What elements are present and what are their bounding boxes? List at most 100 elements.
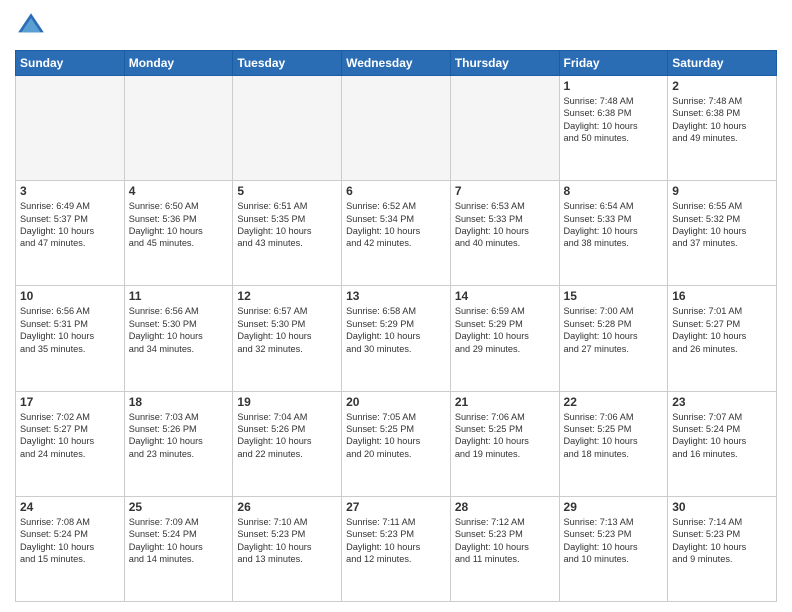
day-number: 17: [20, 395, 120, 409]
day-number: 22: [564, 395, 664, 409]
logo-icon: [15, 10, 47, 42]
header: [15, 10, 777, 42]
day-cell: 30 Sunrise: 7:14 AM Sunset: 5:23 PM Dayli…: [668, 496, 777, 601]
day-number: 6: [346, 184, 446, 198]
day-number: 12: [237, 289, 337, 303]
day-number: 20: [346, 395, 446, 409]
day-number: 21: [455, 395, 555, 409]
day-cell: 8 Sunrise: 6:54 AM Sunset: 5:33 PM Daylig…: [559, 181, 668, 286]
day-number: 26: [237, 500, 337, 514]
day-cell: 26 Sunrise: 7:10 AM Sunset: 5:23 PM Dayli…: [233, 496, 342, 601]
day-cell: 18 Sunrise: 7:03 AM Sunset: 5:26 PM Dayli…: [124, 391, 233, 496]
day-number: 19: [237, 395, 337, 409]
day-number: 27: [346, 500, 446, 514]
day-cell: 27 Sunrise: 7:11 AM Sunset: 5:23 PM Dayli…: [342, 496, 451, 601]
day-number: 29: [564, 500, 664, 514]
day-cell: 2 Sunrise: 7:48 AM Sunset: 6:38 PM Daylig…: [668, 76, 777, 181]
day-info: Sunrise: 7:02 AM Sunset: 5:27 PM Dayligh…: [20, 411, 120, 461]
day-cell: 21Sunrise: 7:06 AM Sunset: 5:25 PM Dayli…: [450, 391, 559, 496]
day-number: 23: [672, 395, 772, 409]
header-cell-sunday: Sunday: [16, 51, 125, 76]
day-number: 7: [455, 184, 555, 198]
day-cell: 12 Sunrise: 6:57 AM Sunset: 5:30 PM Dayli…: [233, 286, 342, 391]
header-row: SundayMondayTuesdayWednesdayThursdayFrid…: [16, 51, 777, 76]
day-cell: 13Sunrise: 6:58 AM Sunset: 5:29 PM Dayli…: [342, 286, 451, 391]
calendar-table: SundayMondayTuesdayWednesdayThursdayFrid…: [15, 50, 777, 602]
day-info: Sunrise: 6:51 AM Sunset: 5:35 PM Dayligh…: [237, 200, 337, 250]
day-info: Sunrise: 7:13 AM Sunset: 5:23 PM Dayligh…: [564, 516, 664, 566]
day-cell: 11 Sunrise: 6:56 AM Sunset: 5:30 PM Dayli…: [124, 286, 233, 391]
day-info: Sunrise: 7:09 AM Sunset: 5:24 PM Dayligh…: [129, 516, 229, 566]
week-row-0: 1 Sunrise: 7:48 AM Sunset: 6:38 PM Daylig…: [16, 76, 777, 181]
day-cell: 5 Sunrise: 6:51 AM Sunset: 5:35 PM Daylig…: [233, 181, 342, 286]
day-cell: [16, 76, 125, 181]
calendar-header: SundayMondayTuesdayWednesdayThursdayFrid…: [16, 51, 777, 76]
day-info: Sunrise: 6:55 AM Sunset: 5:32 PM Dayligh…: [672, 200, 772, 250]
day-number: 3: [20, 184, 120, 198]
header-cell-monday: Monday: [124, 51, 233, 76]
day-cell: 15Sunrise: 7:00 AM Sunset: 5:28 PM Dayli…: [559, 286, 668, 391]
day-info: Sunrise: 6:53 AM Sunset: 5:33 PM Dayligh…: [455, 200, 555, 250]
week-row-2: 10Sunrise: 6:56 AM Sunset: 5:31 PM Dayli…: [16, 286, 777, 391]
day-info: Sunrise: 7:12 AM Sunset: 5:23 PM Dayligh…: [455, 516, 555, 566]
day-number: 5: [237, 184, 337, 198]
header-cell-friday: Friday: [559, 51, 668, 76]
day-info: Sunrise: 6:58 AM Sunset: 5:29 PM Dayligh…: [346, 305, 446, 355]
day-cell: 28 Sunrise: 7:12 AM Sunset: 5:23 PM Dayli…: [450, 496, 559, 601]
day-info: Sunrise: 7:48 AM Sunset: 6:38 PM Dayligh…: [564, 95, 664, 145]
day-cell: 19 Sunrise: 7:04 AM Sunset: 5:26 PM Dayli…: [233, 391, 342, 496]
header-cell-wednesday: Wednesday: [342, 51, 451, 76]
day-cell: 24 Sunrise: 7:08 AM Sunset: 5:24 PM Dayli…: [16, 496, 125, 601]
day-number: 11: [129, 289, 229, 303]
day-cell: [450, 76, 559, 181]
day-cell: 22 Sunrise: 7:06 AM Sunset: 5:25 PM Dayli…: [559, 391, 668, 496]
day-number: 16: [672, 289, 772, 303]
day-info: Sunrise: 7:07 AM Sunset: 5:24 PM Dayligh…: [672, 411, 772, 461]
header-cell-thursday: Thursday: [450, 51, 559, 76]
day-info: Sunrise: 7:04 AM Sunset: 5:26 PM Dayligh…: [237, 411, 337, 461]
day-cell: 9 Sunrise: 6:55 AM Sunset: 5:32 PM Daylig…: [668, 181, 777, 286]
day-number: 30: [672, 500, 772, 514]
day-info: Sunrise: 6:54 AM Sunset: 5:33 PM Dayligh…: [564, 200, 664, 250]
day-info: Sunrise: 6:49 AM Sunset: 5:37 PM Dayligh…: [20, 200, 120, 250]
day-cell: 29 Sunrise: 7:13 AM Sunset: 5:23 PM Dayli…: [559, 496, 668, 601]
day-info: Sunrise: 7:01 AM Sunset: 5:27 PM Dayligh…: [672, 305, 772, 355]
day-number: 8: [564, 184, 664, 198]
calendar-body: 1 Sunrise: 7:48 AM Sunset: 6:38 PM Daylig…: [16, 76, 777, 602]
day-number: 18: [129, 395, 229, 409]
day-number: 1: [564, 79, 664, 93]
day-number: 9: [672, 184, 772, 198]
day-info: Sunrise: 7:05 AM Sunset: 5:25 PM Dayligh…: [346, 411, 446, 461]
day-number: 24: [20, 500, 120, 514]
day-info: Sunrise: 7:00 AM Sunset: 5:28 PM Dayligh…: [564, 305, 664, 355]
day-cell: 3 Sunrise: 6:49 AM Sunset: 5:37 PM Daylig…: [16, 181, 125, 286]
day-cell: 6 Sunrise: 6:52 AM Sunset: 5:34 PM Daylig…: [342, 181, 451, 286]
day-number: 14: [455, 289, 555, 303]
day-info: Sunrise: 7:10 AM Sunset: 5:23 PM Dayligh…: [237, 516, 337, 566]
day-info: Sunrise: 7:03 AM Sunset: 5:26 PM Dayligh…: [129, 411, 229, 461]
day-cell: 14 Sunrise: 6:59 AM Sunset: 5:29 PM Dayli…: [450, 286, 559, 391]
day-cell: 25 Sunrise: 7:09 AM Sunset: 5:24 PM Dayli…: [124, 496, 233, 601]
day-info: Sunrise: 7:11 AM Sunset: 5:23 PM Dayligh…: [346, 516, 446, 566]
day-number: 2: [672, 79, 772, 93]
day-info: Sunrise: 6:57 AM Sunset: 5:30 PM Dayligh…: [237, 305, 337, 355]
day-cell: 4Sunrise: 6:50 AM Sunset: 5:36 PM Daylig…: [124, 181, 233, 286]
day-info: Sunrise: 6:52 AM Sunset: 5:34 PM Dayligh…: [346, 200, 446, 250]
day-info: Sunrise: 7:06 AM Sunset: 5:25 PM Dayligh…: [564, 411, 664, 461]
day-cell: 20 Sunrise: 7:05 AM Sunset: 5:25 PM Dayli…: [342, 391, 451, 496]
day-info: Sunrise: 7:08 AM Sunset: 5:24 PM Dayligh…: [20, 516, 120, 566]
day-cell: 23 Sunrise: 7:07 AM Sunset: 5:24 PM Dayli…: [668, 391, 777, 496]
day-info: Sunrise: 6:56 AM Sunset: 5:30 PM Dayligh…: [129, 305, 229, 355]
day-cell: 10Sunrise: 6:56 AM Sunset: 5:31 PM Dayli…: [16, 286, 125, 391]
day-info: Sunrise: 7:14 AM Sunset: 5:23 PM Dayligh…: [672, 516, 772, 566]
day-number: 28: [455, 500, 555, 514]
day-number: 25: [129, 500, 229, 514]
header-cell-saturday: Saturday: [668, 51, 777, 76]
week-row-4: 24 Sunrise: 7:08 AM Sunset: 5:24 PM Dayli…: [16, 496, 777, 601]
day-info: Sunrise: 7:48 AM Sunset: 6:38 PM Dayligh…: [672, 95, 772, 145]
day-info: Sunrise: 6:59 AM Sunset: 5:29 PM Dayligh…: [455, 305, 555, 355]
day-cell: [342, 76, 451, 181]
day-cell: 7 Sunrise: 6:53 AM Sunset: 5:33 PM Daylig…: [450, 181, 559, 286]
week-row-1: 3 Sunrise: 6:49 AM Sunset: 5:37 PM Daylig…: [16, 181, 777, 286]
day-cell: 17 Sunrise: 7:02 AM Sunset: 5:27 PM Dayli…: [16, 391, 125, 496]
